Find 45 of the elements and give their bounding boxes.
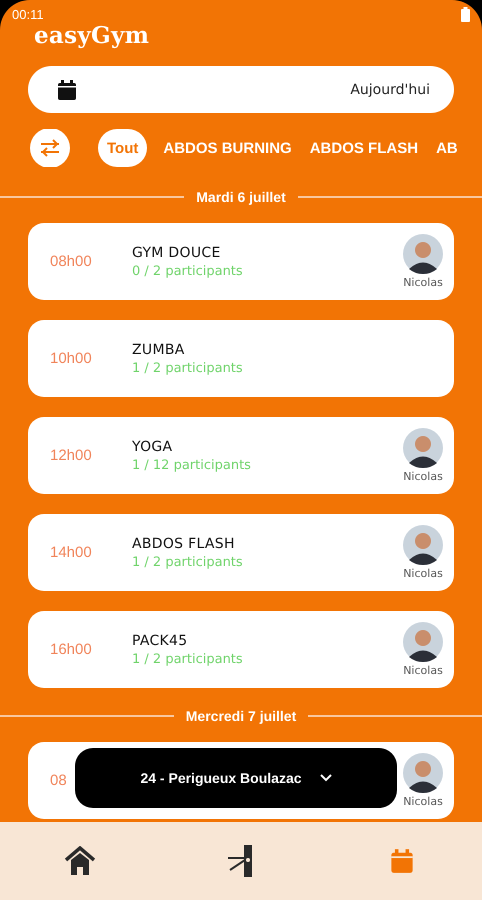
participant-count: 1 / 2 participants bbox=[132, 554, 244, 570]
club-selector-menu[interactable]: 24 - Perigueux Boulazac bbox=[75, 748, 397, 808]
session-time: 08h00 bbox=[50, 253, 93, 270]
battery-icon bbox=[461, 6, 470, 22]
participant-count: 1 / 12 participants bbox=[132, 458, 252, 472]
session-name: YOGA bbox=[132, 438, 174, 454]
day-heading: Mercredi 7 juillet bbox=[186, 708, 296, 724]
calendar-icon bbox=[56, 78, 78, 100]
avatar-icon bbox=[403, 428, 443, 468]
session-time: 16h00 bbox=[50, 641, 93, 658]
avatar-icon bbox=[403, 525, 443, 565]
date-field[interactable]: Aujourd'hui bbox=[28, 66, 454, 113]
coach-name: Nicolas bbox=[403, 664, 443, 677]
session-time: 12h00 bbox=[50, 447, 93, 464]
avatar-icon bbox=[403, 622, 443, 662]
coach-name: Nicolas bbox=[403, 567, 443, 580]
coach-name: Nicolas bbox=[403, 276, 443, 289]
session-card[interactable]: 08 Nicolas 24 - Perigueux Boulazac bbox=[28, 742, 454, 819]
coach-name: Nicolas bbox=[403, 470, 443, 483]
coach-name: Nicolas bbox=[403, 795, 443, 808]
session-time: 08 bbox=[50, 772, 68, 789]
participant-count: 1 / 2 participants bbox=[132, 652, 244, 666]
session-name: ZUMBA bbox=[132, 342, 186, 358]
session-time: 10h00 bbox=[50, 350, 93, 367]
session-card[interactable]: 12h00 YOGA 1 / 12 participants Nicolas bbox=[28, 417, 454, 494]
status-time: 00:11 bbox=[12, 6, 44, 22]
session-time: 14h00 bbox=[50, 544, 93, 561]
session-card[interactable]: 10h00 ZUMBA 1 / 2 participants bbox=[28, 320, 454, 397]
session-name: ABDOS FLASH bbox=[132, 536, 236, 552]
avatar-icon bbox=[403, 234, 443, 274]
day-heading: Mardi 6 juillet bbox=[196, 189, 286, 205]
session-card[interactable]: 14h00 ABDOS FLASH 1 / 2 participants Nicolas bbox=[28, 514, 454, 591]
session-card[interactable]: 08h00 GYM DOUCE 0 / 2 participants Nicolas bbox=[28, 223, 454, 300]
participant-count: 0 / 2 participants bbox=[132, 264, 244, 278]
avatar-icon bbox=[403, 753, 443, 793]
chevron-down-icon bbox=[320, 774, 332, 782]
turnstile-icon bbox=[226, 845, 255, 877]
calendar-icon bbox=[388, 848, 415, 874]
filter-button[interactable] bbox=[30, 129, 70, 167]
session-name: GYM DOUCE bbox=[132, 244, 222, 260]
home-icon bbox=[64, 846, 96, 876]
session-card[interactable]: 16h00 PACK45 1 / 2 participants Nicolas bbox=[28, 611, 454, 688]
session-name: PACK45 bbox=[132, 632, 188, 648]
app-title: easyGym bbox=[33, 22, 150, 51]
participant-count: 1 / 2 participants bbox=[132, 360, 244, 376]
